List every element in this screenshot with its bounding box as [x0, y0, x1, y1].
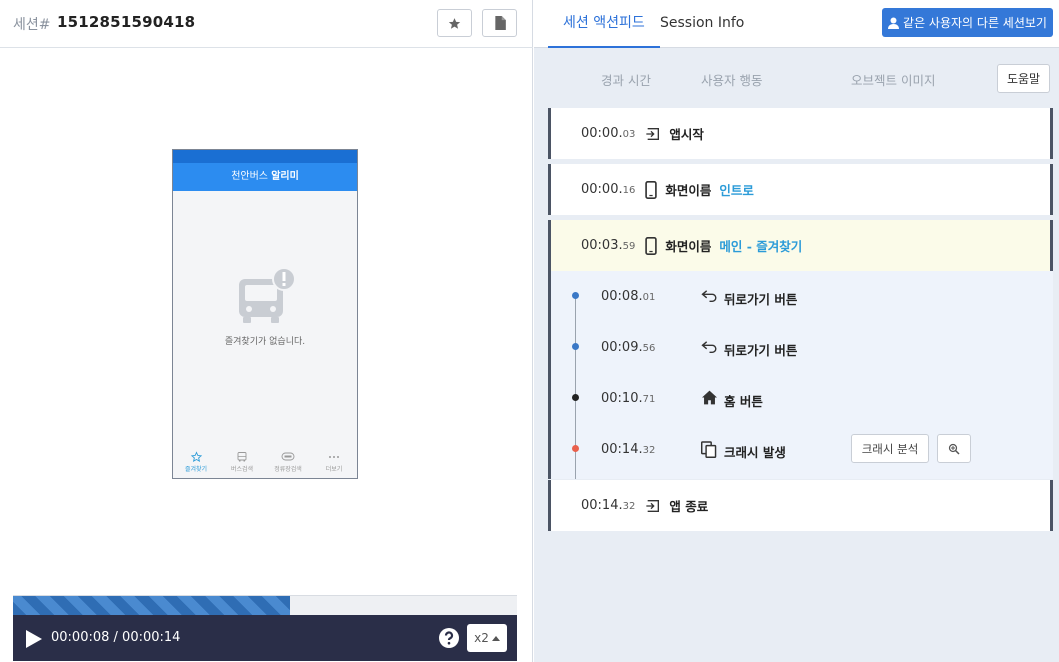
- column-object-image: 오브젝트 이미지: [851, 73, 936, 88]
- event-time: 00:00.03: [581, 126, 636, 141]
- zoom-button[interactable]: [937, 434, 971, 463]
- star-outline-icon: [190, 451, 202, 463]
- screen-sub-events: 00:08.01 뒤로가기 버튼 00:09.56 뒤로가기 버튼 00:10.…: [548, 271, 1053, 479]
- smartphone-icon: [645, 180, 658, 199]
- column-user-action: 사용자 행동: [701, 73, 763, 88]
- zoom-in-icon: [948, 443, 960, 455]
- playback-speed-value: x2: [474, 631, 489, 645]
- phone-app-title-bold: 알리미: [271, 171, 299, 182]
- time-readout: 00:00:08 / 00:00:14: [51, 630, 180, 645]
- phone-empty-message: 즐겨찾기가 없습니다.: [224, 337, 306, 347]
- copy-icon: [701, 441, 717, 463]
- phone-tab-bar: 즐겨찾기 버스검색 정류장검색 더보기: [173, 448, 357, 478]
- event-label: 크래시 발생: [724, 445, 786, 460]
- sub-event-row[interactable]: 00:09.56 뒤로가기 버튼: [551, 332, 1053, 362]
- phone-status-bar: [173, 150, 357, 163]
- event-time: 00:00.16: [581, 182, 636, 197]
- bus-stop-icon: [281, 452, 295, 461]
- session-label: 세션#: [13, 17, 51, 33]
- timeline-dot: [572, 343, 579, 350]
- tab-action-feed[interactable]: 세션 액션피드: [548, 0, 660, 48]
- phone-tab-bus-search: 버스검색: [219, 448, 265, 478]
- star-icon: [448, 17, 461, 29]
- event-label: 뒤로가기 버튼: [724, 292, 798, 307]
- event-label: 화면이름: [665, 183, 712, 198]
- enter-icon: [645, 498, 661, 514]
- event-time: 00:14.32: [581, 498, 636, 513]
- screen-name-value: 메인 - 즐겨찾기: [719, 239, 803, 254]
- replay-progress-fill: [13, 596, 291, 616]
- event-label: 앱시작: [669, 127, 704, 142]
- smartphone-icon: [645, 236, 658, 255]
- user-icon: [888, 17, 900, 29]
- screen-name-value: 인트로: [719, 183, 754, 198]
- event-time: 00:10.71: [601, 391, 656, 406]
- help-circle-icon[interactable]: [439, 628, 459, 648]
- bus-icon: [237, 452, 247, 462]
- back-arrow-icon: [701, 339, 718, 357]
- event-row-app-start[interactable]: 00:00.03 앱시작: [548, 108, 1053, 159]
- event-row-screen-main[interactable]: 00:03.59 화면이름 메인 - 즐겨찾기: [548, 220, 1053, 271]
- caret-up-icon: [491, 635, 500, 641]
- phone-tab-label: 버스검색: [230, 466, 254, 473]
- phone-tab-label: 정류장검색: [274, 466, 302, 473]
- document-button[interactable]: [482, 9, 517, 37]
- phone-screen-replay: 천안버스 알리미 즐겨찾기가 없습니다. 즐겨찾기 버스검색 정류장검색 더보기: [172, 149, 358, 479]
- event-label: 화면이름: [665, 239, 712, 254]
- playback-speed-select[interactable]: x2: [467, 624, 507, 652]
- event-time: 00:03.59: [581, 238, 636, 253]
- column-elapsed-time: 경과 시간: [601, 73, 651, 88]
- phone-tab-more: 더보기: [311, 448, 357, 478]
- more-icon: [329, 456, 339, 458]
- other-sessions-label: 같은 사용자의 다른 세션보기: [903, 16, 1047, 30]
- time-separator: /: [109, 630, 123, 645]
- tab-session-info[interactable]: Session Info: [645, 0, 759, 48]
- event-label: 앱 종료: [669, 499, 709, 514]
- phone-app-title-prefix: 천안버스: [231, 171, 268, 182]
- event-label: 뒤로가기 버튼: [724, 343, 798, 358]
- crash-analysis-button[interactable]: 크래시 분석: [851, 434, 929, 463]
- timeline-dot: [572, 394, 579, 401]
- session-replay-pane: 세션# 1512851590418 천안버스 알리미 즐겨찾기가 없습니다. 즐…: [0, 0, 533, 662]
- session-id: 1512851590418: [57, 13, 196, 31]
- current-time: 00:00:08: [51, 630, 110, 645]
- session-header: 세션# 1512851590418: [0, 0, 533, 48]
- enter-icon: [645, 126, 661, 142]
- phone-tab-label: 즐겨찾기: [184, 466, 208, 473]
- home-icon: [701, 390, 718, 409]
- play-icon[interactable]: [25, 629, 43, 649]
- feed-column-headers: 경과 시간 사용자 행동 오브젝트 이미지 도움말: [534, 48, 1059, 108]
- replay-progress-bar[interactable]: [13, 595, 517, 616]
- event-time: 00:09.56: [601, 340, 656, 355]
- bus-alert-icon: [239, 267, 295, 323]
- timeline-dot: [572, 445, 579, 452]
- sub-event-row-crash[interactable]: 00:14.32 크래시 발생 크래시 분석: [551, 434, 1053, 464]
- other-sessions-button[interactable]: 같은 사용자의 다른 세션보기: [882, 8, 1053, 37]
- timeline-dot: [572, 292, 579, 299]
- phone-tab-favorites: 즐겨찾기: [173, 448, 219, 478]
- action-feed-pane: 세션 액션피드 Session Info 같은 사용자의 다른 세션보기 경과 …: [534, 0, 1059, 662]
- event-time: 00:14.32: [601, 442, 656, 457]
- bookmark-button[interactable]: [437, 9, 472, 37]
- event-row-app-end[interactable]: 00:14.32 앱 종료: [548, 480, 1053, 531]
- back-arrow-icon: [701, 288, 718, 306]
- phone-app-header: 천안버스 알리미: [173, 163, 357, 191]
- event-label: 홈 버튼: [724, 394, 763, 409]
- phone-tab-label: 더보기: [325, 466, 343, 473]
- total-time: 00:00:14: [122, 630, 181, 645]
- document-icon: [494, 16, 506, 30]
- player-controls: 00:00:08 / 00:00:14 x2: [13, 615, 517, 661]
- event-time: 00:08.01: [601, 289, 656, 304]
- help-button[interactable]: 도움말: [997, 64, 1050, 93]
- sub-event-row[interactable]: 00:08.01 뒤로가기 버튼: [551, 281, 1053, 311]
- sub-event-row[interactable]: 00:10.71 홈 버튼: [551, 383, 1053, 413]
- right-tab-bar: 세션 액션피드 Session Info 같은 사용자의 다른 세션보기: [534, 0, 1059, 48]
- event-row-screen-intro[interactable]: 00:00.16 화면이름 인트로: [548, 164, 1053, 215]
- phone-tab-stop-search: 정류장검색: [265, 448, 311, 478]
